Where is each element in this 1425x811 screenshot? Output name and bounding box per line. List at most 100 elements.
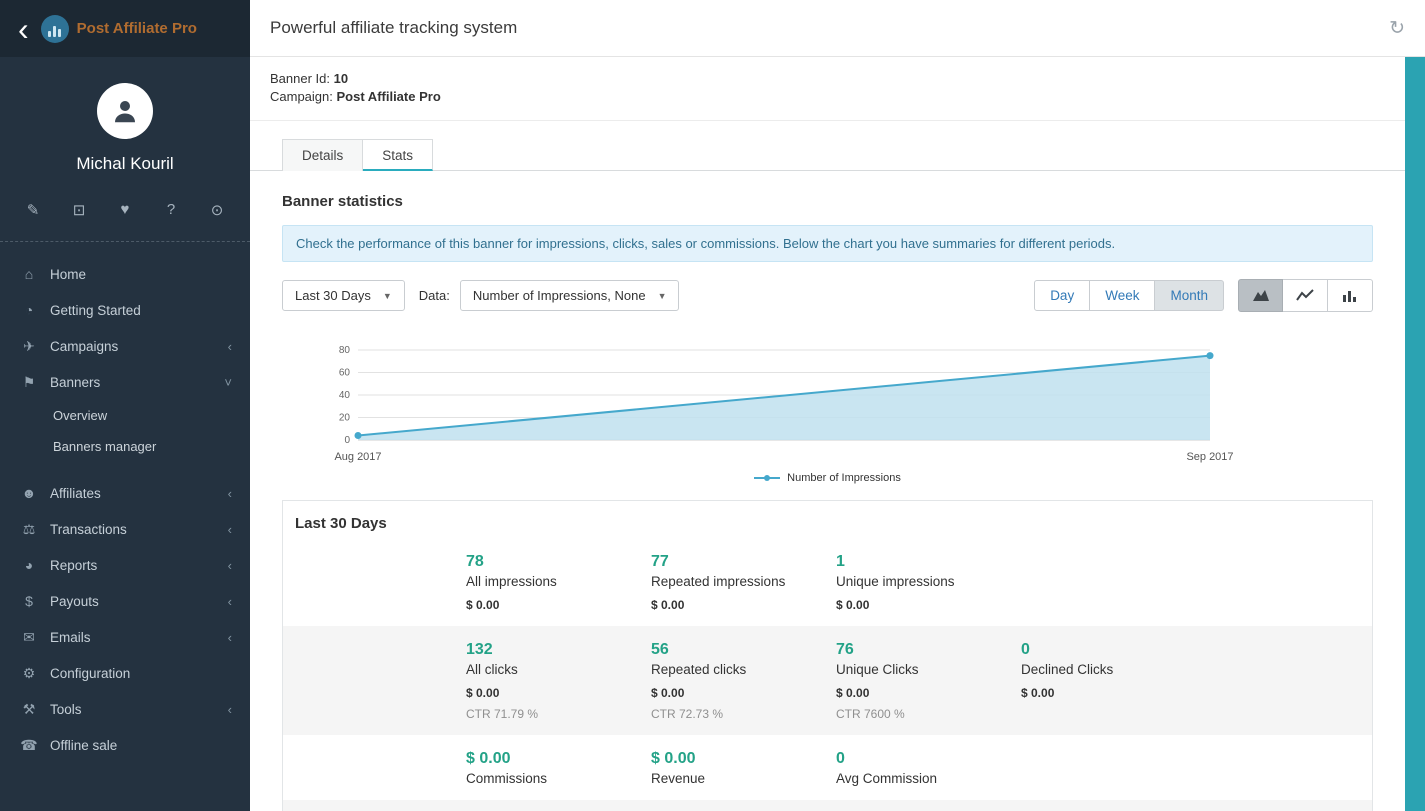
sidebar-item-reports[interactable]: ◕Reports‹ (0, 547, 250, 583)
area-chart-icon-button[interactable] (1238, 279, 1283, 312)
chevron-down-icon: ▼ (383, 291, 392, 301)
stats-row: $ 0.00Commissions$ 0.00Revenue0Avg Commi… (283, 735, 1372, 800)
stat-label: Unique impressions (836, 574, 1021, 589)
avatar (97, 83, 153, 139)
affiliates-icon: ☻ (20, 485, 38, 501)
stat-value: 0 (1021, 641, 1206, 659)
stat-row-spacer (283, 641, 466, 721)
edit-icon[interactable]: ✎ (24, 201, 42, 219)
line-chart-icon-button[interactable] (1283, 279, 1328, 312)
stat-value: 0 (836, 750, 1021, 768)
data-select-value: Number of Impressions, None (473, 288, 646, 303)
svg-text:80: 80 (339, 345, 351, 356)
chevron-left-icon: ‹ (228, 630, 232, 645)
granularity-week-button[interactable]: Week (1090, 280, 1155, 311)
stats-content: Banner statistics Check the performance … (250, 171, 1405, 811)
sidebar-item-configuration[interactable]: ⚙ Configuration (0, 655, 250, 691)
stat-money: $ 0.00 (466, 686, 651, 700)
granularity-group: DayWeekMonth (1034, 280, 1224, 311)
sidebar-item-label: Reports (50, 558, 228, 573)
stat-cell: $ 0.00Commissions (466, 750, 651, 786)
period-select[interactable]: Last 30 Days ▼ (282, 280, 405, 311)
stat-ctr: CTR 72.73 % (651, 707, 836, 721)
sidebar-item-getting-started[interactable]: ◔Getting Started (0, 292, 250, 328)
heart-icon[interactable]: ♥ (116, 201, 134, 219)
sidebar-item-label: Configuration (50, 666, 232, 681)
stats-row: 78All impressions$ 0.0077Repeated impres… (283, 538, 1372, 626)
sidebar-item-label: Home (50, 267, 232, 282)
tab-details[interactable]: Details (282, 139, 363, 171)
power-icon[interactable]: ⊙ (208, 201, 226, 219)
granularity-month-button[interactable]: Month (1155, 280, 1224, 311)
stat-cell: 77Repeated impressions$ 0.00 (651, 553, 836, 612)
quick-icons: ✎ ⊡ ♥? ⊙ (0, 201, 250, 219)
main-area: Powerful affiliate tracking system ↻ Ban… (250, 0, 1425, 811)
getting-started-icon: ◔ (20, 302, 38, 318)
chevron-left-icon: ‹ (228, 558, 232, 573)
sidebar-item-payouts[interactable]: $Payouts‹ (0, 583, 250, 619)
offline-sale-icon: ☎ (20, 737, 38, 754)
sidebar-item-label: Campaigns (50, 339, 228, 354)
sidebar-item-home[interactable]: ⌂ Home (0, 256, 250, 292)
person-icon (110, 96, 140, 126)
back-button[interactable]: ‹ (18, 3, 29, 55)
tools-icon: ⚒ (20, 701, 38, 718)
granularity-day-button[interactable]: Day (1034, 280, 1090, 311)
monitor-icon[interactable]: ⊡ (70, 201, 88, 219)
bar-chart-icon (1341, 289, 1359, 302)
stat-money: $ 0.00 (836, 598, 1021, 612)
stat-money: $ 0.00 (836, 686, 1021, 700)
sidebar-item-label: Offline sale (50, 738, 232, 753)
sidebar-item-label: Transactions (50, 522, 228, 537)
sidebar-item-label: Affiliates (50, 486, 228, 501)
logo-icon[interactable] (41, 15, 69, 43)
svg-text:Aug 2017: Aug 2017 (334, 451, 381, 463)
chevron-left-icon: ‹ (228, 339, 232, 354)
refresh-icon[interactable]: ↻ (1389, 17, 1405, 40)
area-chart-icon (1252, 289, 1270, 302)
sidebar-subitem-banners-manager[interactable]: Banners manager (0, 431, 250, 462)
sidebar-item-offline-sale[interactable]: ☎ Offline sale (0, 727, 250, 763)
tab-bar: DetailsStats (250, 121, 1405, 171)
sidebar-item-banners[interactable]: ⚑Banners˅ (0, 364, 250, 400)
bar-chart-icon-button[interactable] (1328, 279, 1373, 312)
stat-label: Revenue (651, 771, 836, 786)
user-name: Michal Kouril (0, 154, 250, 174)
impressions-chart: 020406080Aug 2017Sep 2017 (310, 338, 1373, 471)
transactions-icon: ⚖ (20, 521, 38, 538)
help-icon[interactable]: ? (162, 201, 180, 219)
stat-row-spacer (283, 553, 466, 612)
stat-cell: 76Unique Clicks$ 0.00CTR 7600 % (836, 641, 1021, 721)
stat-row-spacer (283, 750, 466, 786)
stat-cell: 0Declined Clicks$ 0.00 (1021, 641, 1206, 721)
tab-stats[interactable]: Stats (363, 139, 433, 171)
stat-value: 1 (836, 553, 1021, 571)
svg-text:Sep 2017: Sep 2017 (1186, 451, 1233, 463)
sidebar-item-campaigns[interactable]: ✈Campaigns‹ (0, 328, 250, 364)
banner-id-value: 10 (334, 71, 348, 86)
stat-label: Unique Clicks (836, 662, 1021, 677)
chevron-down-icon: ▼ (658, 291, 667, 301)
stat-label: All impressions (466, 574, 651, 589)
sidebar-item-tools[interactable]: ⚒Tools‹ (0, 691, 250, 727)
svg-text:60: 60 (339, 368, 351, 379)
data-select[interactable]: Number of Impressions, None ▼ (460, 280, 680, 311)
logo-text[interactable]: Post Affiliate Pro (77, 20, 197, 37)
banner-id-line: Banner Id: 10 (270, 71, 1385, 86)
sidebar-item-transactions[interactable]: ⚖ Transactions‹ (0, 511, 250, 547)
sidebar-divider (0, 241, 250, 242)
stat-value: 56 (651, 641, 836, 659)
chevron-left-icon: ‹ (228, 522, 232, 537)
sidebar: ‹ Post Affiliate Pro Michal Kouril ✎ ⊡ ♥? ⊙… (0, 0, 250, 811)
configuration-icon: ⚙ (20, 665, 38, 682)
sidebar-item-emails[interactable]: ✉Emails‹ (0, 619, 250, 655)
svg-text:40: 40 (339, 390, 351, 401)
home-icon: ⌂ (20, 266, 38, 282)
stat-cell: 132All clicks$ 0.00CTR 71.79 % (466, 641, 651, 721)
sidebar-item-affiliates[interactable]: ☻Affiliates‹ (0, 475, 250, 511)
content-column: Banner Id: 10 Campaign: Post Affiliate P… (250, 57, 1405, 811)
sidebar-subitem-overview[interactable]: Overview (0, 400, 250, 431)
campaign-label: Campaign: (270, 89, 333, 104)
payouts-icon: $ (20, 593, 38, 609)
sidebar-menu: ⌂ Home ◔Getting Started✈Campaigns‹⚑Banners… (0, 250, 250, 811)
